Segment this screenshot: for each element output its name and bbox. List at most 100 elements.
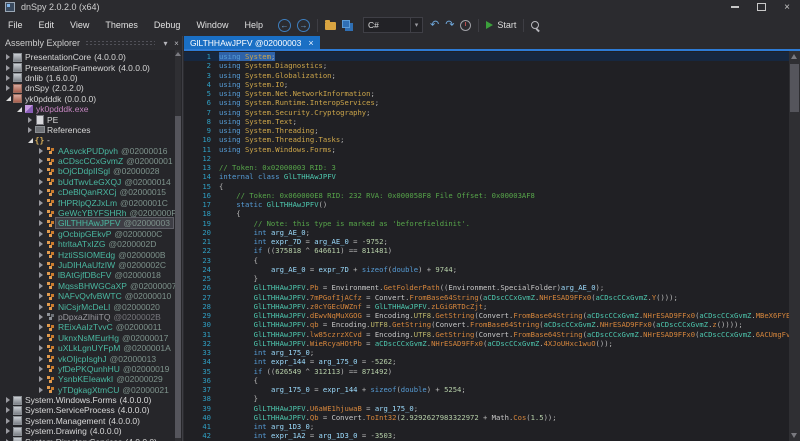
tree-item-yfDePKQunhHU[interactable]: yfDePKQunhHU@02000019	[0, 364, 176, 374]
expander-icon[interactable]	[37, 231, 45, 237]
menu-file[interactable]: File	[0, 14, 31, 36]
code-line-33[interactable]: 33 int arg_175_0;	[184, 348, 789, 357]
tree-item-System.ServiceProcess[interactable]: System.ServiceProcess(4.0.0.0)	[0, 405, 176, 415]
code-line-12[interactable]: 12	[184, 154, 789, 163]
code-line-35[interactable]: 35 if ((626549 ^ 312113) == 871492)	[184, 367, 789, 376]
minimize-button[interactable]	[722, 0, 748, 14]
expander-icon[interactable]	[37, 148, 45, 154]
decompiled-code[interactable]: 1using System;2using System.Diagnostics;…	[184, 51, 789, 441]
expander-icon[interactable]	[4, 75, 12, 81]
maximize-button[interactable]	[748, 0, 774, 14]
expander-icon[interactable]	[37, 200, 45, 206]
expander-icon[interactable]	[37, 387, 45, 393]
code-line-29[interactable]: 29 GlLTHHAwJPFV.dEwvNqMuXGOG = Encoding.…	[184, 311, 789, 320]
code-line-4[interactable]: 4using System.IO;	[184, 80, 789, 89]
menu-window[interactable]: Window	[188, 14, 236, 36]
tree-item-cDeBlQanRXCj[interactable]: cDeBlQanRXCj@02000015	[0, 187, 176, 197]
navigate-back-button[interactable]: ←	[278, 19, 291, 32]
code-line-6[interactable]: 6using System.Runtime.InteropServices;	[184, 98, 789, 107]
menu-debug[interactable]: Debug	[146, 14, 189, 36]
language-combobox[interactable]: C# ▾	[363, 17, 423, 33]
tree-item-gOcbipGEkvP[interactable]: gOcbipGEkvP@0200000C	[0, 229, 176, 239]
code-line-32[interactable]: 32 GlLTHHAwJPFV.WieRcyaHOtPb = aCDscCCxG…	[184, 339, 789, 348]
tree-item-System.Windows.Forms[interactable]: System.Windows.Forms(4.0.0.0)	[0, 395, 176, 405]
code-line-31[interactable]: 31 GlLTHHAwJPFV.lw85czrzXCvd = Encoding.…	[184, 330, 789, 339]
scrollbar-thumb[interactable]	[790, 64, 799, 112]
panel-close-button[interactable]: ×	[171, 39, 182, 48]
tree-item-AAsvckPUDpvh[interactable]: AAsvckPUDpvh@02000016	[0, 146, 176, 156]
code-line-3[interactable]: 3using System.Globalization;	[184, 71, 789, 80]
expander-icon[interactable]	[37, 356, 45, 362]
code-line-1[interactable]: 1using System;	[184, 52, 789, 61]
code-line-18[interactable]: 18 {	[184, 209, 789, 218]
code-line-13[interactable]: 13// Token: 0x02000003 RID: 3	[184, 163, 789, 172]
editor-scrollbar[interactable]	[789, 51, 800, 441]
code-line-24[interactable]: 24 arg_AE_0 = expr_7D + sizeof(double) +…	[184, 265, 789, 274]
expander-icon[interactable]	[37, 210, 45, 216]
expander-icon[interactable]	[37, 283, 45, 289]
tree-item-GlLTHHAwJPFV[interactable]: GlLTHHAwJPFV@02000003	[0, 218, 176, 228]
expander-icon[interactable]	[37, 189, 45, 195]
expander-icon[interactable]	[4, 418, 12, 424]
code-line-11[interactable]: 11using System.Windows.Forms;	[184, 145, 789, 154]
tree-item-bOjCDdpIISgl[interactable]: bOjCDdpIISgl@02000028	[0, 166, 176, 176]
code-line-36[interactable]: 36 {	[184, 376, 789, 385]
menu-help[interactable]: Help	[236, 14, 271, 36]
search-button[interactable]	[531, 21, 542, 29]
expander-icon[interactable]	[37, 272, 45, 278]
expander-icon[interactable]	[4, 428, 12, 434]
tree-item-System.Drawing[interactable]: System.Drawing(4.0.0.0)	[0, 426, 176, 436]
expander-icon[interactable]	[37, 345, 45, 351]
expander-icon[interactable]	[37, 158, 45, 164]
expander-icon[interactable]	[37, 241, 45, 247]
tree-item-yTDgkagXtmCU[interactable]: yTDgkagXtmCU@02000021	[0, 385, 176, 395]
tree-item-vkOIjcpIsghJ[interactable]: vkOIjcpIsghJ@02000013	[0, 353, 176, 363]
scroll-down-icon[interactable]	[791, 433, 797, 438]
expander-icon[interactable]	[4, 65, 12, 71]
menu-edit[interactable]: Edit	[31, 14, 63, 36]
code-line-22[interactable]: 22 if ((375818 ^ 646611) == 811481)	[184, 246, 789, 255]
code-line-9[interactable]: 9using System.Threading;	[184, 126, 789, 135]
code-line-42[interactable]: 42 int expr_1A2 = arg_1D3_0 = -3503;	[184, 431, 789, 440]
code-line-7[interactable]: 7using System.Security.Cryptography;	[184, 108, 789, 117]
tree-scrollbar[interactable]	[175, 50, 181, 441]
tree-item-YsnbKEIeawkI[interactable]: YsnbKEIeawkI@02000029	[0, 374, 176, 384]
code-line-14[interactable]: 14internal class GlLTHHAwJPFV	[184, 172, 789, 181]
expander-icon[interactable]	[4, 96, 12, 101]
expander-icon[interactable]	[37, 252, 45, 258]
tree-item-fHPRlpQZJxLm[interactable]: fHPRlpQZJxLm@0200001C	[0, 197, 176, 207]
scroll-up-icon[interactable]	[791, 54, 797, 59]
code-line-5[interactable]: 5using System.Net.NetworkInformation;	[184, 89, 789, 98]
panel-menu-button[interactable]: ▾	[160, 39, 171, 48]
code-line-8[interactable]: 8using System.Text;	[184, 117, 789, 126]
menu-view[interactable]: View	[62, 14, 97, 36]
code-line-30[interactable]: 30 GlLTHHAwJPFV.qb = Encoding.UTF8.GetSt…	[184, 320, 789, 329]
code-line-38[interactable]: 38 }	[184, 394, 789, 403]
code-line-17[interactable]: 17 static GlLTHHAwJPFV()	[184, 200, 789, 209]
expander-icon[interactable]	[37, 262, 45, 268]
tree-item-aCDscCCxGvmZ[interactable]: aCDscCCxGvmZ@02000001	[0, 156, 176, 166]
tree-item-MqssBHWGCaXP[interactable]: MqssBHWGCaXP@02000007	[0, 281, 176, 291]
expander-icon[interactable]	[26, 138, 34, 143]
tree-item-NAFvQvfvBWTC[interactable]: NAFvQvfvBWTC@02000010	[0, 291, 176, 301]
tree-item-yk0pdddk.exe[interactable]: yk0pdddk.exe	[0, 104, 176, 114]
tree-item-pDpxaZIhiiTQ[interactable]: pDpxaZIhiiTQ@0200002B	[0, 312, 176, 322]
code-line-21[interactable]: 21 int expr_7D = arg_AE_0 = -9752;	[184, 237, 789, 246]
tree-item-lBAtGjfDBcFV[interactable]: lBAtGjfDBcFV@02000018	[0, 270, 176, 280]
expander-icon[interactable]	[4, 54, 12, 60]
tree-item-System.DirectoryServices[interactable]: System.DirectoryServices(4.0.0.0)	[0, 436, 176, 441]
tree-item-System.Management[interactable]: System.Management(4.0.0.0)	[0, 416, 176, 426]
expander-icon[interactable]	[37, 366, 45, 372]
code-line-39[interactable]: 39 GlLTHHAwJPFV.U6aWE1hjuwaB = arg_175_0…	[184, 404, 789, 413]
tree-item-[interactable]: {}-	[0, 135, 176, 145]
code-line-41[interactable]: 41 int arg_1D3_0;	[184, 422, 789, 431]
code-line-40[interactable]: 40 GlLTHHAwJPFV.Qb = Convert.ToInt32(2.9…	[184, 413, 789, 422]
expander-icon[interactable]	[4, 85, 12, 91]
expander-icon[interactable]	[26, 117, 34, 123]
expander-icon[interactable]	[37, 314, 45, 320]
code-line-20[interactable]: 20 int arg_AE_0;	[184, 228, 789, 237]
undo-button[interactable]: ↶	[430, 20, 439, 31]
expander-icon[interactable]	[37, 324, 45, 330]
navigate-forward-button[interactable]: →	[297, 19, 310, 32]
expander-icon[interactable]	[15, 107, 23, 112]
